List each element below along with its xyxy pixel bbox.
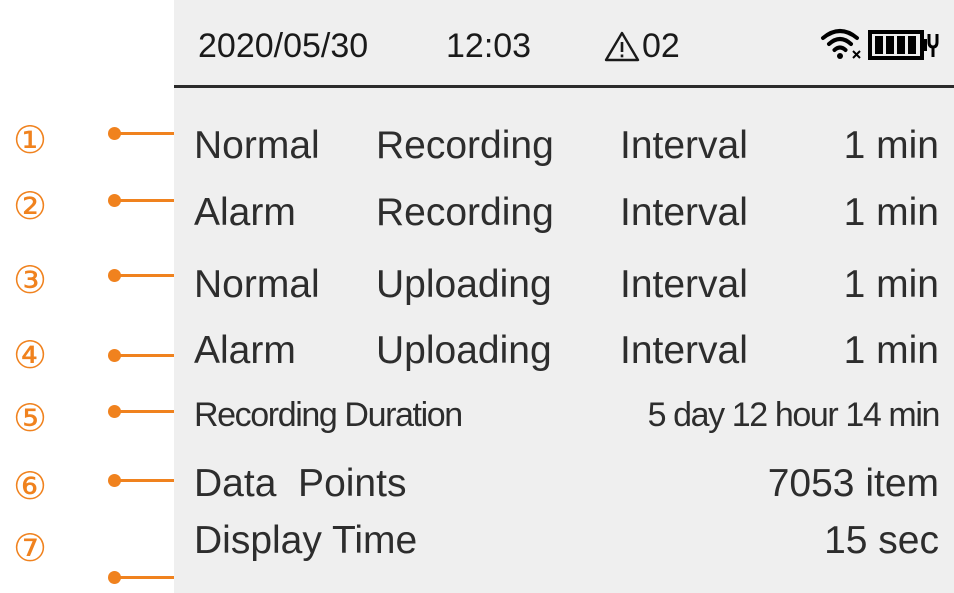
row-word-2: Recording bbox=[376, 124, 554, 167]
battery-charging-icon bbox=[868, 30, 939, 60]
row-word-2: Recording bbox=[376, 191, 554, 234]
row-word-2: Uploading bbox=[376, 329, 552, 372]
annotation-marker-4: ④ bbox=[12, 333, 48, 377]
setting-row-alarm-uploading-interval[interactable]: Alarm Uploading Interval 1 min bbox=[194, 324, 939, 378]
setting-row-normal-uploading-interval[interactable]: Normal Uploading Interval 1 min bbox=[194, 258, 939, 312]
setting-row-normal-recording-interval[interactable]: Normal Recording Interval 1 min bbox=[194, 119, 939, 173]
row-word-1: Alarm bbox=[194, 191, 296, 234]
status-bar: 2020/05/30 12:03 02 bbox=[174, 0, 954, 88]
device-screen: 2020/05/30 12:03 02 Normal Recording Int… bbox=[174, 0, 954, 593]
row-value: 1 min bbox=[843, 191, 939, 234]
row-word-1: Alarm bbox=[194, 329, 296, 372]
row-word-3: Interval bbox=[620, 329, 748, 372]
alarm-indicator: 02 bbox=[604, 26, 680, 66]
row-value: 1 min bbox=[843, 124, 939, 167]
annotation-marker-3: ③ bbox=[12, 258, 48, 302]
row-label: Display Time bbox=[194, 519, 418, 562]
annotation-marker-2: ② bbox=[12, 184, 48, 228]
setting-row-alarm-recording-interval[interactable]: Alarm Recording Interval 1 min bbox=[194, 186, 939, 240]
row-value: 1 min bbox=[843, 329, 939, 372]
annotation-marker-6: ⑥ bbox=[12, 464, 48, 508]
setting-row-display-time[interactable]: Display Time 15 sec bbox=[194, 514, 939, 568]
annotation-marker-5: ⑤ bbox=[12, 396, 48, 440]
row-word-3: Interval bbox=[620, 191, 748, 234]
row-value: 1 min bbox=[843, 263, 939, 306]
row-word-3: Interval bbox=[620, 124, 748, 167]
setting-row-data-points[interactable]: Data Points 7053 item bbox=[194, 457, 939, 511]
status-time: 12:03 bbox=[446, 27, 532, 65]
annotation-marker-7: ⑦ bbox=[12, 526, 48, 570]
alarm-count: 02 bbox=[642, 27, 680, 65]
row-word-3: Interval bbox=[620, 263, 748, 306]
warning-icon bbox=[604, 31, 640, 62]
row-label: Data Points bbox=[194, 462, 407, 505]
row-label: Recording Duration bbox=[194, 396, 463, 434]
wifi-disconnected-icon bbox=[821, 29, 861, 59]
row-value: 7053 item bbox=[767, 462, 939, 505]
status-date: 2020/05/30 bbox=[198, 27, 369, 65]
annotation-marker-1: ① bbox=[12, 118, 48, 162]
setting-row-recording-duration[interactable]: Recording Duration 5 day 12 hour 14 min bbox=[194, 388, 941, 442]
row-value: 15 sec bbox=[824, 519, 939, 562]
row-word-2: Uploading bbox=[376, 263, 552, 306]
row-value: 5 day 12 hour 14 min bbox=[647, 396, 941, 434]
row-word-1: Normal bbox=[194, 124, 320, 167]
row-word-1: Normal bbox=[194, 263, 320, 306]
